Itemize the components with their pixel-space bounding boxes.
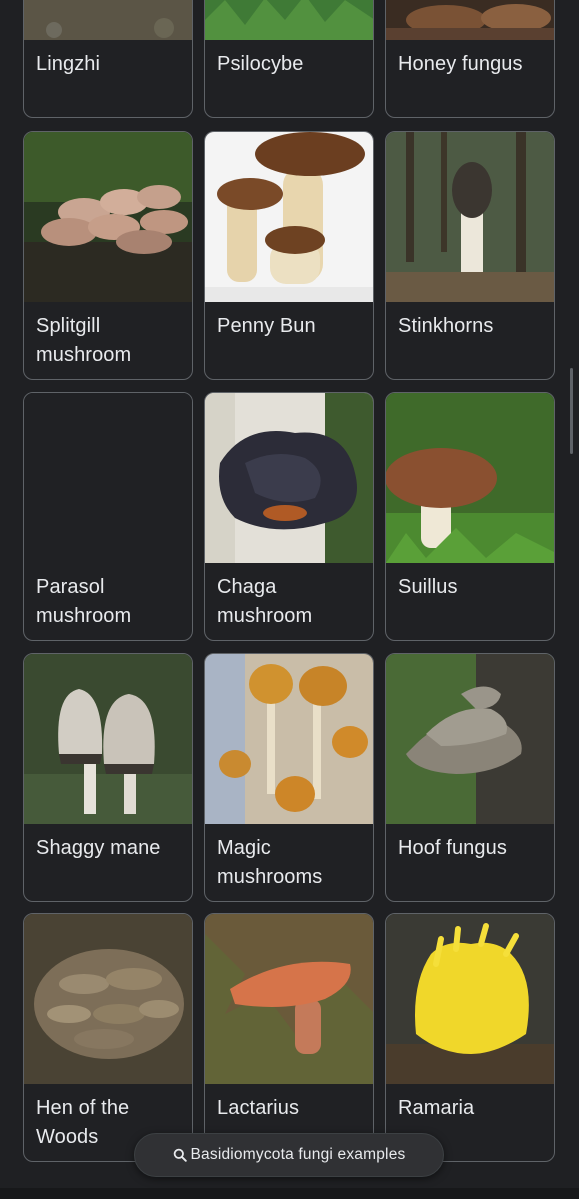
result-card-stinkhorns[interactable]: Stinkhorns xyxy=(385,131,555,380)
result-image[interactable] xyxy=(24,914,192,1084)
result-label: Honey fungus xyxy=(398,50,544,79)
result-image[interactable] xyxy=(205,914,373,1084)
result-image[interactable] xyxy=(205,654,373,824)
result-image[interactable] xyxy=(386,654,554,824)
result-label-line: Penny Bun xyxy=(217,315,316,337)
result-label-line: Lactarius xyxy=(217,1097,300,1119)
result-card-suillus[interactable]: Suillus xyxy=(385,392,555,641)
result-label: Ramaria xyxy=(398,1094,544,1123)
result-label-line: Hen of the xyxy=(36,1097,130,1119)
bottom-bar xyxy=(0,1188,579,1199)
result-label-line: mushroom xyxy=(36,344,132,366)
result-card-parasol-mushroom[interactable]: Parasol mushroom xyxy=(23,392,193,641)
search-suggestion-chip[interactable]: Basidiomycota fungi examples xyxy=(134,1133,444,1177)
result-image[interactable] xyxy=(386,132,554,302)
result-card-honey-fungus[interactable]: Honey fungus xyxy=(385,0,555,118)
result-label-line: Parasol xyxy=(36,576,105,598)
result-image[interactable] xyxy=(386,0,554,40)
result-label: Lactarius xyxy=(217,1094,363,1123)
result-label: Chaga mushroom xyxy=(217,573,363,631)
result-label-line: Chaga xyxy=(217,576,277,598)
result-image[interactable] xyxy=(24,0,192,40)
result-image[interactable] xyxy=(205,0,373,40)
result-card-magic-mushrooms[interactable]: Magic mushrooms xyxy=(204,653,374,902)
result-label-line: Magic xyxy=(217,837,271,859)
result-label: Parasol mushroom xyxy=(36,573,182,631)
result-label: Stinkhorns xyxy=(398,312,544,341)
result-label: Psilocybe xyxy=(217,50,363,79)
result-label-line: Splitgill xyxy=(36,315,101,337)
result-label: Hoof fungus xyxy=(398,834,544,863)
result-card-ramaria[interactable]: Ramaria xyxy=(385,913,555,1162)
result-label-line: Suillus xyxy=(398,576,458,598)
result-label-line: Ramaria xyxy=(398,1097,475,1119)
result-card-penny-bun[interactable]: Penny Bun xyxy=(204,131,374,380)
result-label: Lingzhi xyxy=(36,50,182,79)
image-results-grid: Lingzhi Psilocybe Honey fungus Splitgill… xyxy=(0,0,579,1199)
result-label: Magic mushrooms xyxy=(217,834,363,892)
result-image[interactable] xyxy=(205,132,373,302)
result-image[interactable] xyxy=(386,393,554,563)
result-card-lingzhi[interactable]: Lingzhi xyxy=(23,0,193,118)
result-label-line: Shaggy mane xyxy=(36,837,161,859)
result-label-line: Honey fungus xyxy=(398,53,523,75)
search-icon xyxy=(173,1148,187,1162)
result-image[interactable] xyxy=(205,393,373,563)
result-label: Penny Bun xyxy=(217,312,363,341)
result-label: Suillus xyxy=(398,573,544,602)
result-label-line: mushroom xyxy=(36,605,132,627)
result-card-chaga-mushroom[interactable]: Chaga mushroom xyxy=(204,392,374,641)
result-image[interactable] xyxy=(386,914,554,1084)
result-label: Splitgill mushroom xyxy=(36,312,182,370)
result-image[interactable] xyxy=(24,393,192,563)
result-card-hen-of-the-woods[interactable]: Hen of the Woods xyxy=(23,913,193,1162)
result-card-lactarius[interactable]: Lactarius xyxy=(204,913,374,1162)
result-label-line: mushroom xyxy=(217,605,313,627)
result-card-psilocybe[interactable]: Psilocybe xyxy=(204,0,374,118)
result-card-hoof-fungus[interactable]: Hoof fungus xyxy=(385,653,555,902)
search-suggestion-label: Basidiomycota fungi examples xyxy=(190,1146,406,1163)
result-label-line: Stinkhorns xyxy=(398,315,494,337)
scrollbar[interactable] xyxy=(570,368,573,454)
result-image[interactable] xyxy=(24,654,192,824)
result-label-line: Lingzhi xyxy=(36,53,101,75)
result-image[interactable] xyxy=(24,132,192,302)
result-label-line: Psilocybe xyxy=(217,53,304,75)
result-label: Shaggy mane xyxy=(36,834,182,863)
result-card-shaggy-mane[interactable]: Shaggy mane xyxy=(23,653,193,902)
result-label-line: mushrooms xyxy=(217,866,323,888)
result-card-splitgill-mushroom[interactable]: Splitgill mushroom xyxy=(23,131,193,380)
result-label-line: Hoof fungus xyxy=(398,837,507,859)
